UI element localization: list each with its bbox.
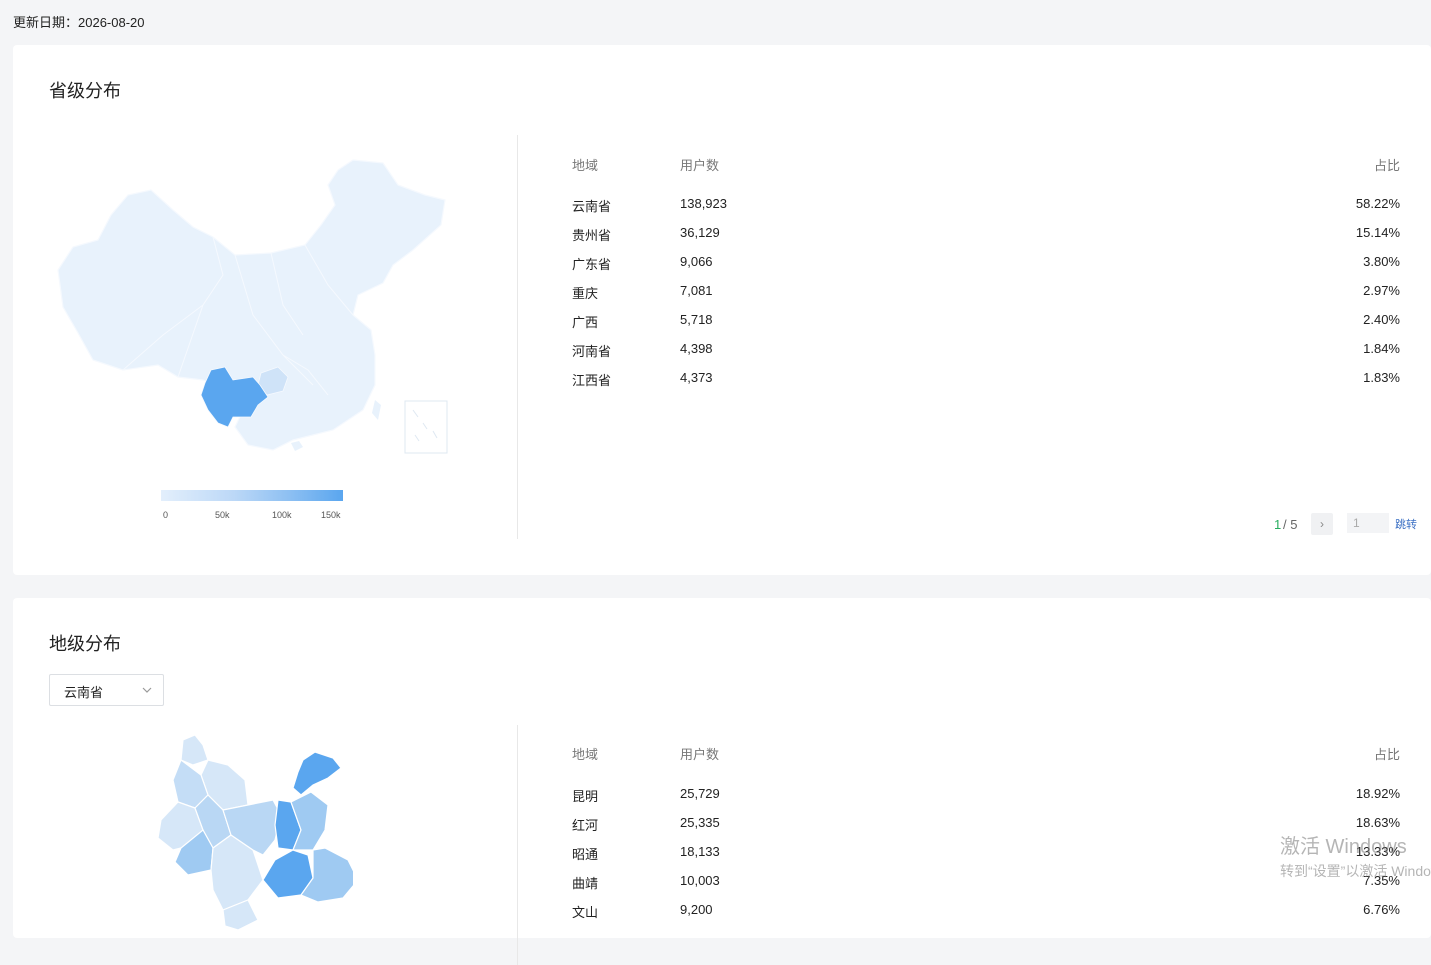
column-header-users: 用户数 <box>680 747 720 762</box>
south-china-sea-islands <box>412 409 438 442</box>
table-row: 昆明 25,729 18.92% <box>572 786 1400 815</box>
table-row: 红河 25,335 18.63% <box>572 815 1400 844</box>
pagination-jump-link[interactable]: 跳转 <box>1395 516 1417 532</box>
table-row: 河南省 4,398 1.84% <box>572 341 1400 370</box>
column-header-region: 地域 <box>572 158 599 173</box>
column-header-ratio: 占比 <box>1373 158 1400 173</box>
province-select-value: 云南省 <box>64 685 104 700</box>
table-header: 地域 用户数 占比 <box>572 744 1400 774</box>
row-ratio: 1.83% <box>1363 370 1400 385</box>
row-users: 4,373 <box>680 370 713 385</box>
row-users: 4,398 <box>680 341 713 356</box>
table-row: 广东省 9,066 3.80% <box>572 254 1400 283</box>
row-region: 广东省 <box>572 257 612 272</box>
city-table: 地域 用户数 占比 昆明 25,729 18.92% 红河 25,335 18.… <box>572 744 1400 931</box>
row-users: 7,081 <box>680 283 713 298</box>
row-users: 10,003 <box>680 873 720 888</box>
row-ratio: 18.92% <box>1355 786 1400 801</box>
row-ratio: 6.76% <box>1363 902 1400 917</box>
row-ratio: 15.14% <box>1355 225 1400 240</box>
chevron-down-icon <box>142 687 152 693</box>
city-region <box>180 734 209 766</box>
city-section-title: 地级分布 <box>49 634 121 654</box>
row-region: 文山 <box>572 905 599 920</box>
row-region: 河南省 <box>572 344 612 359</box>
row-ratio: 2.40% <box>1363 312 1400 327</box>
row-ratio: 3.80% <box>1363 254 1400 269</box>
table-row: 昭通 18,133 13.33% <box>572 844 1400 873</box>
yunnan-map[interactable] <box>153 730 353 930</box>
pagination-current-page: 1 <box>1274 517 1282 532</box>
table-row: 广西 5,718 2.40% <box>572 312 1400 341</box>
province-section-title: 省级分布 <box>49 81 121 101</box>
windows-activation-watermark: 激活 Windows 转到“设置”以激活 Windows。 <box>1280 830 1431 881</box>
legend-tick: 50k <box>215 510 230 520</box>
table-row: 曲靖 10,003 7.35% <box>572 873 1400 902</box>
row-users: 25,335 <box>680 815 720 830</box>
legend-tick: 150k <box>321 510 341 520</box>
row-ratio: 2.97% <box>1363 283 1400 298</box>
row-region: 江西省 <box>572 373 612 388</box>
legend-tick: 100k <box>272 510 292 520</box>
column-header-ratio: 占比 <box>1373 747 1400 762</box>
pagination-total: / 5 <box>1283 517 1298 532</box>
table-row: 云南省 138,923 58.22% <box>572 196 1400 225</box>
row-ratio: 58.22% <box>1355 196 1400 211</box>
china-map[interactable] <box>53 155 453 465</box>
section-divider <box>517 135 518 539</box>
watermark-line-1: 激活 Windows <box>1280 836 1407 858</box>
row-region: 曲靖 <box>572 876 599 891</box>
hainan-region <box>291 441 303 451</box>
legend-tick: 0 <box>163 510 169 520</box>
pagination-next-button[interactable]: › <box>1311 513 1333 535</box>
province-table: 地域 用户数 占比 云南省 138,923 58.22% 贵州省 36,129 … <box>572 155 1400 399</box>
row-region: 昆明 <box>572 789 599 804</box>
watermark-line-2: 转到“设置”以激活 Windows。 <box>1280 863 1431 879</box>
row-ratio: 1.84% <box>1363 341 1400 356</box>
taiwan-region <box>372 400 381 420</box>
table-header: 地域 用户数 占比 <box>572 155 1400 185</box>
row-users: 9,066 <box>680 254 713 269</box>
pagination: 1 / 5 › 跳转 <box>1271 513 1431 537</box>
update-date-value: 2026-08-20 <box>78 15 145 30</box>
pagination-page-input[interactable] <box>1347 513 1389 533</box>
row-users: 138,923 <box>680 196 727 211</box>
legend-gradient-bar <box>161 490 343 501</box>
province-select[interactable]: 云南省 <box>49 674 164 706</box>
row-users: 18,133 <box>680 844 720 859</box>
column-header-users: 用户数 <box>680 158 720 173</box>
row-region: 红河 <box>572 818 599 833</box>
column-header-region: 地域 <box>572 747 599 762</box>
table-row: 重庆 7,081 2.97% <box>572 283 1400 312</box>
chevron-right-icon: › <box>1320 517 1324 531</box>
table-row: 文山 9,200 6.76% <box>572 902 1400 931</box>
row-users: 36,129 <box>680 225 720 240</box>
row-ratio: 18.63% <box>1355 815 1400 830</box>
row-users: 5,718 <box>680 312 713 327</box>
province-distribution-card: 省级分布 0 50k 100k 150k 地域 用户数 占比 云南省 138,9… <box>13 45 1431 575</box>
row-region: 重庆 <box>572 286 599 301</box>
zhaotong-region <box>292 751 342 796</box>
row-users: 25,729 <box>680 786 720 801</box>
table-row: 贵州省 36,129 15.14% <box>572 225 1400 254</box>
row-region: 广西 <box>572 315 599 330</box>
update-date: 更新日期：2026-08-20 <box>13 12 145 31</box>
section-divider <box>517 725 518 965</box>
row-users: 9,200 <box>680 902 713 917</box>
table-row: 江西省 4,373 1.83% <box>572 370 1400 399</box>
row-region: 昭通 <box>572 847 599 862</box>
row-region: 云南省 <box>572 199 612 214</box>
city-distribution-card: 地级分布 云南省 地域 用户数 占比 昆明 25,729 18.92% 红河 2… <box>13 598 1431 965</box>
update-date-label: 更新日期： <box>13 15 79 30</box>
row-region: 贵州省 <box>572 228 612 243</box>
